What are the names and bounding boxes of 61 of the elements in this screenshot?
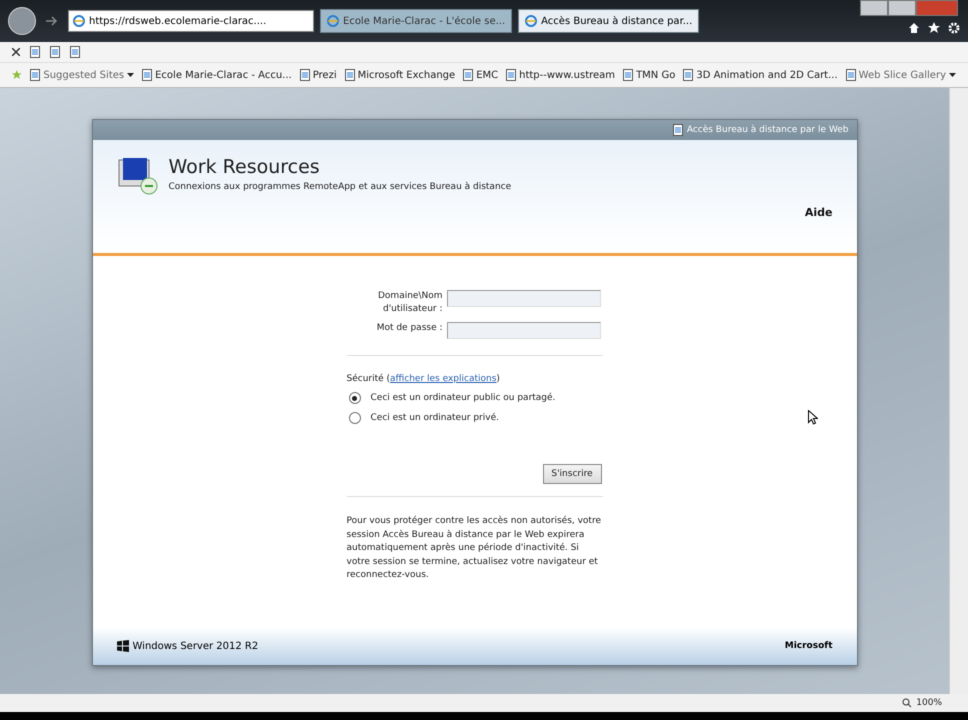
favorite-link[interactable]: http--www.ustream (506, 69, 616, 81)
home-icon[interactable] (908, 22, 920, 34)
zoom-level[interactable]: 100% (916, 698, 942, 708)
page-icon (683, 69, 694, 81)
input-field[interactable] (446, 290, 600, 307)
address-bar[interactable]: https://rdsweb.ecolemarie-clarac.... (68, 10, 314, 32)
page-icon (506, 69, 516, 81)
security-text: Sécurité (afficher les explications) (346, 374, 500, 384)
mouse-cursor-icon (808, 410, 818, 425)
settings-icon[interactable] (948, 22, 960, 34)
browser-page-icon (73, 15, 85, 27)
favorites-star-icon[interactable] (12, 69, 22, 81)
sign-in-button[interactable]: S'inscrire (542, 464, 602, 484)
radio-label: Ceci est un ordinateur public ou partagé. (370, 393, 556, 403)
page-title: Work Resources (168, 156, 321, 178)
back-button[interactable] (8, 7, 36, 35)
field-label: Mot de passe : (376, 322, 442, 335)
browser-tab[interactable]: Ecole Marie-Clarac - L'école se... (320, 9, 512, 33)
favorite-link[interactable]: Microsoft Exchange (344, 69, 456, 81)
session-notice: Pour vous protéger contre les accès non autorisés, votre session Accès Bureau à distance par le Web expirera automatiquement après une période d'inactivité. Si votre session se termine, actualisez votre navigateur et reconnectez-vous. (346, 515, 602, 582)
minimize-button[interactable] (860, 0, 888, 16)
page-icon (30, 46, 40, 58)
page-icon (50, 46, 60, 58)
field-label: Domaine\Nom d'utilisateur : (377, 290, 442, 316)
page-icon (463, 69, 474, 81)
zoom-icon[interactable] (902, 698, 912, 708)
page-subtitle: Connexions aux programmes RemoteApp et aux services Bureau à distance (168, 182, 512, 192)
favorite-link[interactable]: Web Slice Gallery (846, 69, 956, 81)
help-link[interactable]: Aide (804, 206, 832, 219)
page-icon (344, 69, 355, 81)
caret-icon (127, 73, 134, 77)
favorite-link[interactable]: TMN Go (623, 69, 676, 81)
input-field[interactable] (446, 322, 600, 339)
favorite-link[interactable]: Ecole Marie-Clarac - Accu... (142, 69, 292, 81)
favorite-link[interactable]: EMC (463, 69, 498, 81)
remote-desktop-icon (116, 156, 158, 196)
browser-tab[interactable]: Accès Bureau à distance par... (518, 9, 700, 33)
favorite-link[interactable]: Prezi (300, 69, 337, 81)
radio-button[interactable] (348, 412, 360, 424)
footer-brand: Microsoft (784, 641, 832, 651)
favorite-link[interactable]: Suggested Sites (30, 69, 134, 81)
page-icon (30, 69, 40, 81)
maximize-button[interactable] (888, 0, 916, 16)
browser-page-icon (525, 15, 538, 27)
page-icon (846, 69, 856, 81)
page-icon (623, 69, 634, 81)
footer-product: Windows Server 2012 R2 (132, 640, 258, 652)
radio-label: Ceci est un ordinateur privé. (370, 413, 499, 423)
star-icon[interactable] (928, 22, 940, 34)
close-icon[interactable] (12, 48, 20, 56)
caret-icon (949, 73, 956, 77)
radio-button[interactable] (348, 392, 360, 404)
favorite-link[interactable]: 3D Animation and 2D Cart... (683, 69, 838, 81)
page-icon (142, 69, 152, 81)
page-icon (70, 46, 80, 58)
page-icon (300, 69, 310, 81)
page-icon (672, 124, 683, 136)
explanations-link[interactable]: afficher les explications (390, 374, 496, 384)
scrollbar[interactable] (949, 88, 968, 694)
browser-page-icon (327, 15, 339, 27)
windows-logo-icon (116, 640, 128, 652)
